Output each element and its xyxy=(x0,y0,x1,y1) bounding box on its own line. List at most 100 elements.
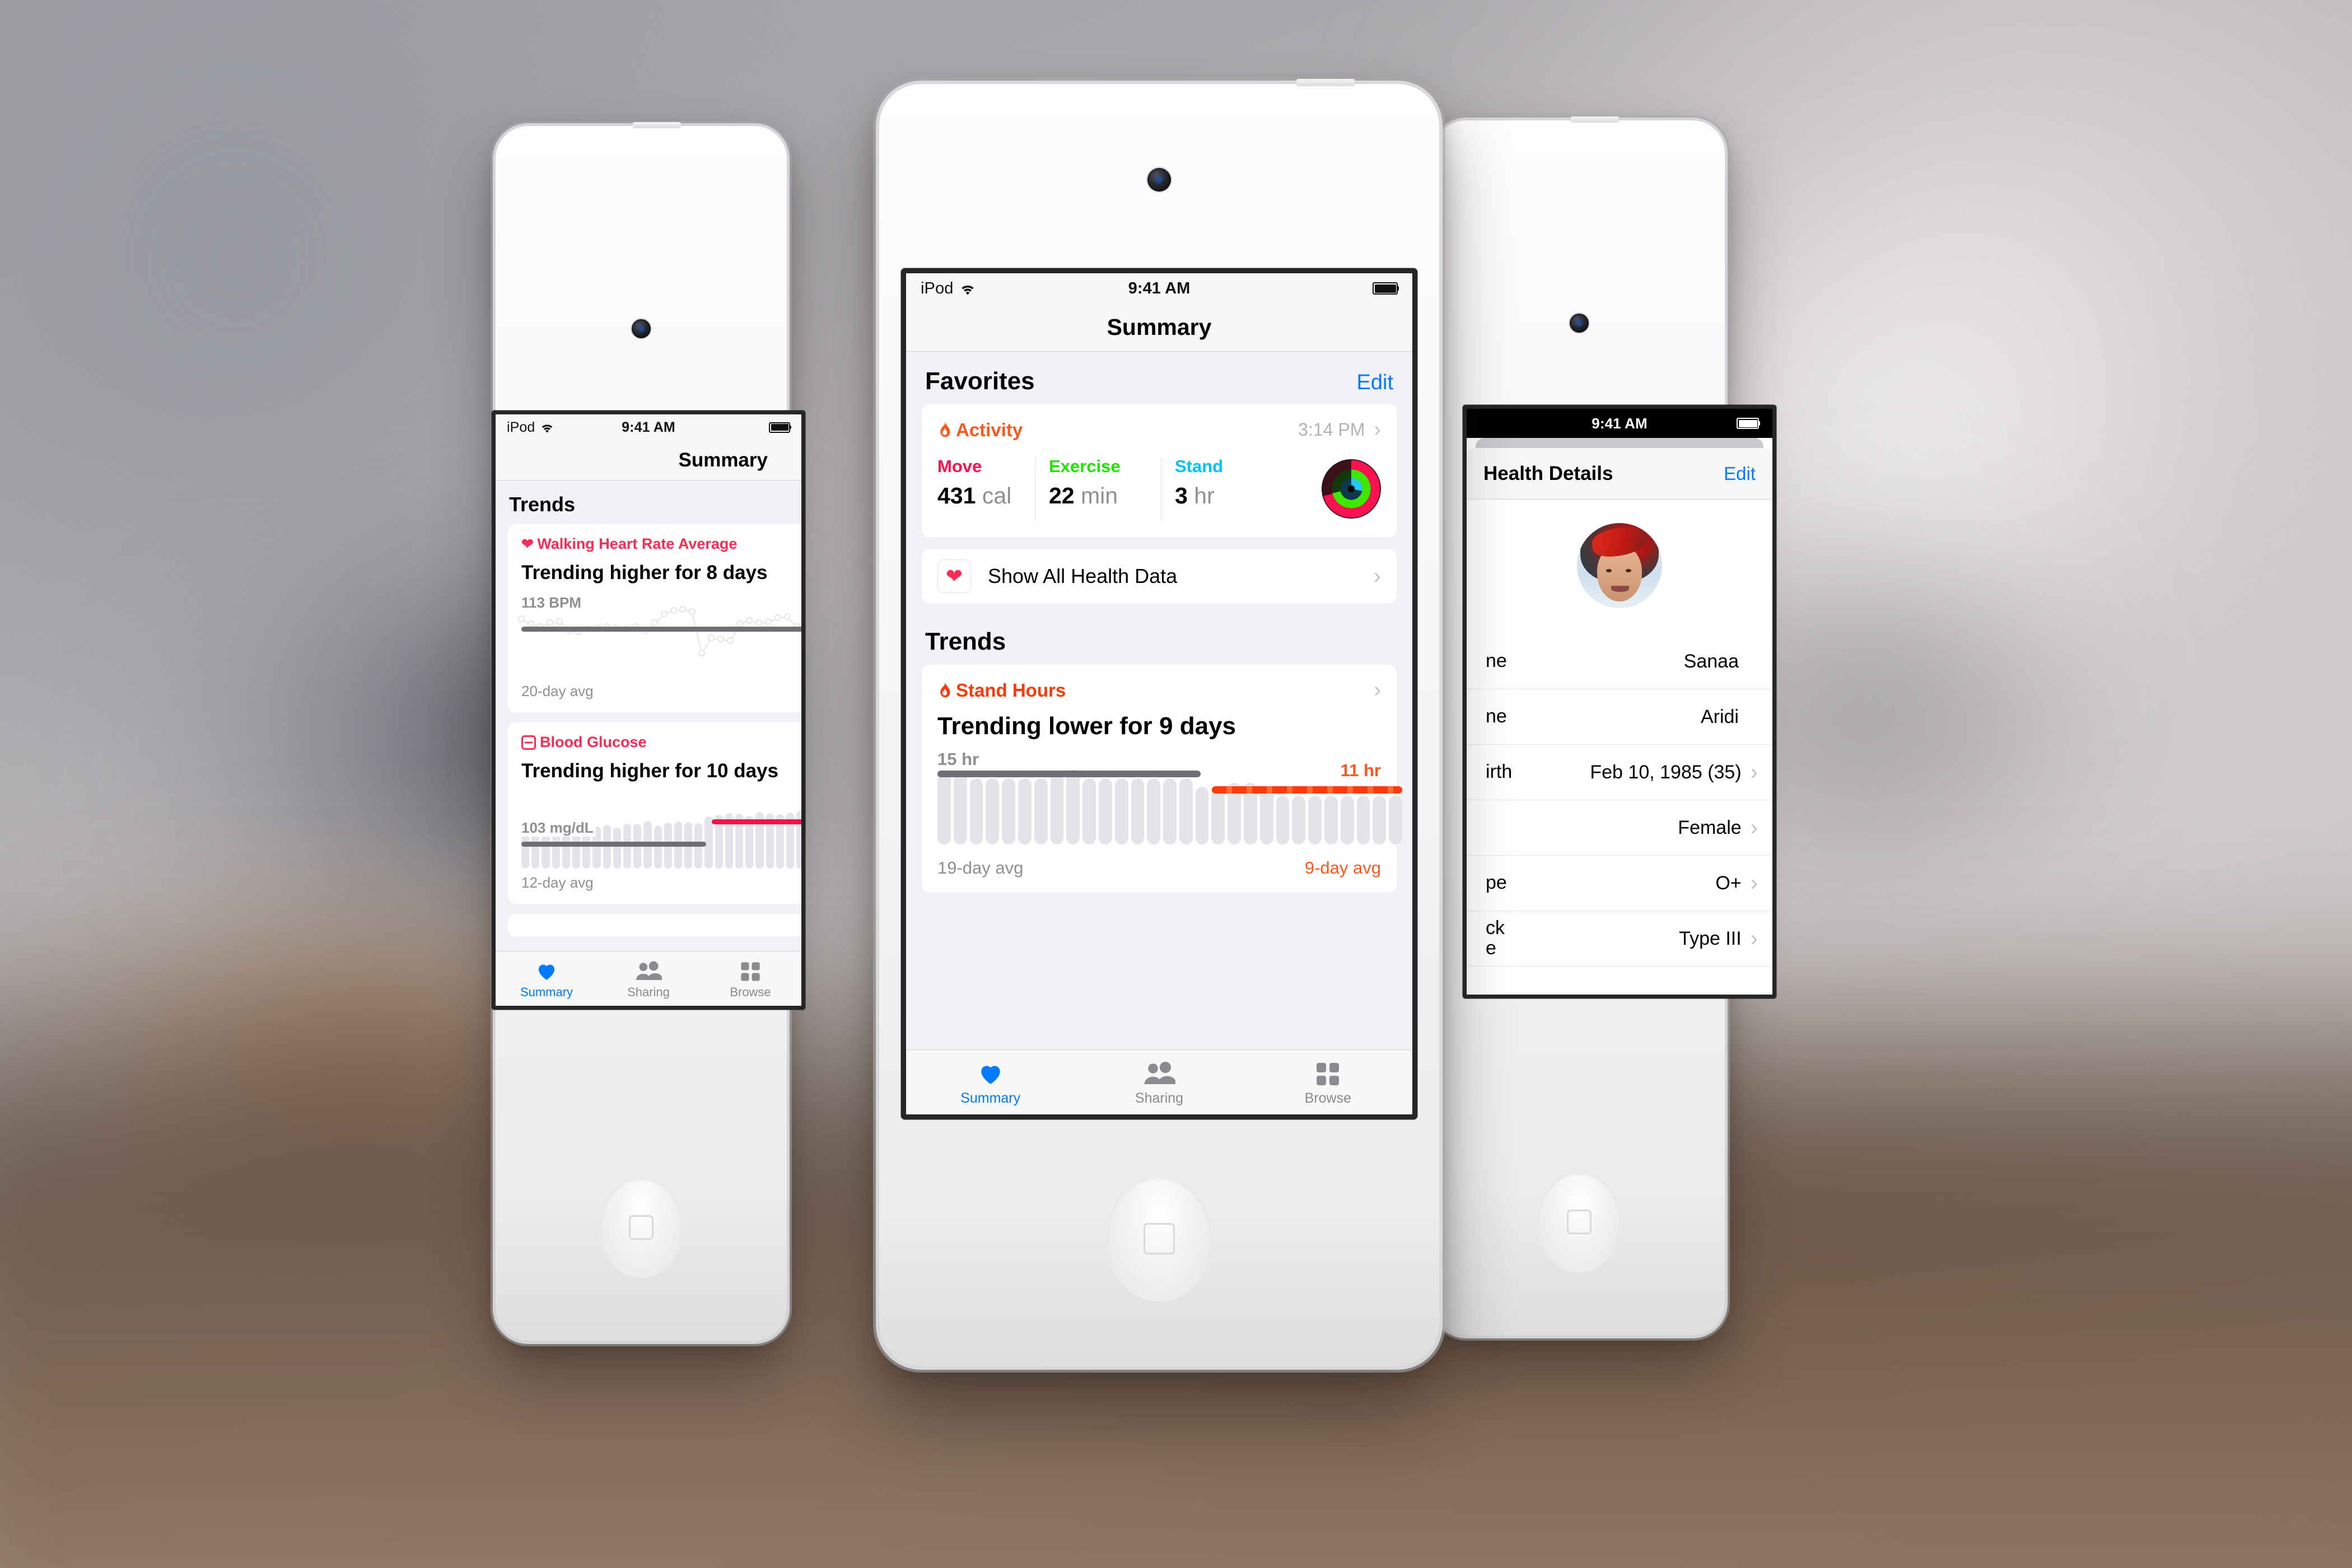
power-button-right[interactable] xyxy=(1571,116,1619,122)
section-title-trends: Trends xyxy=(509,493,576,516)
tab-label: Sharing xyxy=(627,984,670,999)
tab-sharing-center[interactable]: Sharing xyxy=(1075,1050,1243,1114)
average-line-blood-glucose xyxy=(521,842,706,847)
heart-icon xyxy=(977,1058,1005,1088)
table-row[interactable]: Female › xyxy=(1467,800,1772,856)
table-row[interactable]: pe O+ › xyxy=(1467,856,1772,911)
tab-label: Summary xyxy=(520,984,573,999)
chart-data-point xyxy=(765,618,772,625)
show-all-health-data-row[interactable]: ❤ Show All Health Data › xyxy=(922,549,1397,603)
chart-data-point xyxy=(717,636,725,643)
battery-icon xyxy=(1373,282,1399,295)
chart-bar xyxy=(937,773,951,844)
content-right[interactable]: ne Sanaa ne Aridi irth Feb 10, 1985 (35) › Fema… xyxy=(1467,500,1772,995)
section-header-trends-left: Trends xyxy=(496,480,801,524)
activity-card[interactable]: Activity 3:14 PM › Move 431 cal Exercise… xyxy=(922,404,1397,537)
chart-bar xyxy=(1098,778,1112,844)
table-row[interactable]: ne Sanaa xyxy=(1467,634,1772,689)
tab-sharing-left[interactable]: Sharing xyxy=(598,951,699,1006)
table-row[interactable]: ck e Type III › xyxy=(1467,911,1772,967)
metric-value: 431 cal xyxy=(937,483,1021,509)
chart-bar xyxy=(1163,778,1177,844)
carrier-label: iPod xyxy=(921,279,954,297)
row-label: ne xyxy=(1486,706,1507,727)
tab-summary-left[interactable]: Summary xyxy=(496,951,598,1006)
chart-bar xyxy=(1340,796,1354,844)
activity-card-meta: 3:14 PM › xyxy=(1298,418,1381,442)
status-time-right: 9:41 AM xyxy=(1592,414,1648,432)
stand-hours-card-header: Stand Hours › xyxy=(937,678,1381,702)
row-label: irth xyxy=(1486,761,1513,783)
avatar[interactable] xyxy=(1577,523,1662,608)
table-row[interactable]: irth Feb 10, 1985 (35) › xyxy=(1467,745,1772,800)
chevron-right-icon: › xyxy=(1373,563,1381,589)
chart-bar xyxy=(704,816,713,869)
heart-icon: ❤ xyxy=(945,564,963,587)
chart-bar xyxy=(969,778,983,844)
tab-browse-left[interactable]: Browse xyxy=(699,951,801,1006)
power-button-left[interactable] xyxy=(633,122,681,128)
nav-bar-right: Health Details Edit xyxy=(1467,448,1772,500)
chart-bar xyxy=(1195,787,1209,844)
trend-card-partial[interactable] xyxy=(508,914,801,936)
section-header-favorites: Favorites Edit xyxy=(906,352,1412,404)
trend-card-walking-heart-rate[interactable]: ❤ Walking Heart Rate Average Trending hig… xyxy=(508,524,801,712)
table-row[interactable]: ne Aridi xyxy=(1467,689,1772,745)
metric-label: Move xyxy=(937,456,982,476)
chevron-right-icon: › xyxy=(1750,870,1758,895)
content-left[interactable]: Trends ❤ Walking Heart Rate Average Trend… xyxy=(496,480,801,951)
power-button-center[interactable] xyxy=(1296,79,1355,86)
chevron-right-icon: › xyxy=(1750,759,1758,785)
edit-button-center[interactable]: Edit xyxy=(1357,371,1393,395)
chart-bar xyxy=(1276,796,1290,844)
row-label: pe xyxy=(1486,872,1507,894)
people-icon xyxy=(634,958,662,983)
metric-number: 431 xyxy=(937,483,976,508)
metric-value: 22 min xyxy=(1049,483,1147,509)
chart-bar xyxy=(1131,778,1145,844)
chart-data-point xyxy=(774,614,782,622)
tab-bar-center[interactable]: Summary Sharing Browse xyxy=(906,1049,1412,1114)
row-value: Type III xyxy=(1679,927,1742,949)
average-line-stand-hours-accent xyxy=(1212,786,1402,794)
chart-data-point xyxy=(670,606,677,614)
screen-center: iPod 9:41 AM Summary Favorites Edit Acti… xyxy=(901,268,1417,1119)
page-title-center: Summary xyxy=(1107,314,1212,340)
front-camera-left xyxy=(632,319,651,338)
row-value: Sanaa xyxy=(1683,650,1739,672)
card-title-label: Blood Glucose xyxy=(540,734,647,750)
tab-summary-center[interactable]: Summary xyxy=(906,1050,1075,1114)
activity-timestamp: 3:14 PM xyxy=(1298,419,1365,440)
metric-move: Move 431 cal xyxy=(937,456,1021,521)
home-button-right[interactable] xyxy=(1538,1173,1621,1271)
health-details-list[interactable]: ne Sanaa ne Aridi irth Feb 10, 1985 (35) › Fema… xyxy=(1467,634,1772,967)
front-camera-center xyxy=(1147,168,1171,192)
edit-button-right[interactable]: Edit xyxy=(1724,463,1756,484)
row-value: Feb 10, 1985 (35) xyxy=(1590,761,1742,783)
nav-bar-left: Summary xyxy=(496,440,801,480)
trend-card-blood-glucose[interactable]: Blood Glucose Trending higher for 10 day… xyxy=(508,722,801,904)
chart-bar xyxy=(1066,769,1080,844)
blood-glucose-headline: Trending higher for 10 days xyxy=(521,760,778,782)
trend-card-stand-hours[interactable]: Stand Hours › Trending lower for 9 days … xyxy=(922,665,1402,893)
stand-hours-title-group: Stand Hours xyxy=(937,680,1066,701)
blood-glucose-icon xyxy=(521,735,536,750)
device-center: iPod 9:41 AM Summary Favorites Edit Acti… xyxy=(879,79,1439,1366)
screen-left: iPod 9:41 AM Summary Trends ❤ Walking He… xyxy=(492,410,805,1010)
tab-browse-center[interactable]: Browse xyxy=(1244,1050,1412,1114)
health-app-icon: ❤ xyxy=(937,559,971,593)
carrier-label: iPod xyxy=(507,419,535,435)
tab-label: Summary xyxy=(960,1090,1021,1106)
content-center[interactable]: Favorites Edit Activity 3:14 PM › Move 4… xyxy=(906,352,1412,1049)
status-time-center: 9:41 AM xyxy=(1128,279,1191,297)
status-carrier-group: iPod xyxy=(921,279,976,298)
home-button-center[interactable] xyxy=(1107,1177,1211,1300)
battery-icon xyxy=(1737,418,1760,429)
metric-number: 3 xyxy=(1175,483,1188,508)
flame-icon xyxy=(937,422,951,438)
grid-icon xyxy=(739,958,762,983)
section-title-trends: Trends xyxy=(925,628,1006,655)
tab-bar-left[interactable]: Summary Sharing Browse xyxy=(496,951,801,1006)
home-button-left[interactable] xyxy=(600,1178,683,1277)
chart-bar xyxy=(1082,778,1096,844)
